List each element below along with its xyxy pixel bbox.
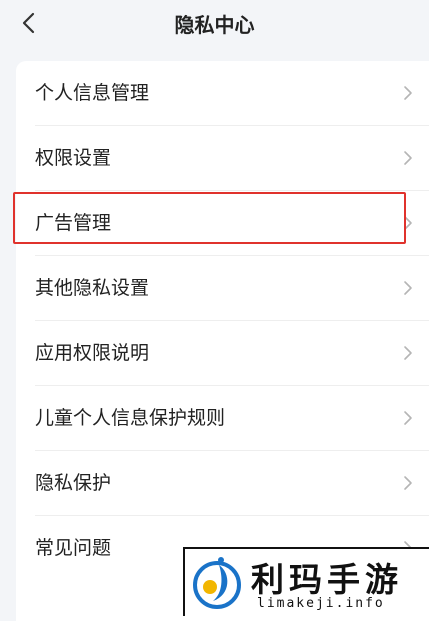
menu-item-permission-settings[interactable]: 权限设置: [16, 126, 429, 191]
menu-item-label: 广告管理: [35, 212, 112, 234]
watermark: 利玛手游 limakeji.info: [183, 547, 429, 616]
site-logo-icon: [193, 557, 241, 609]
menu-item-label: 个人信息管理: [35, 82, 150, 104]
watermark-text: 利玛手游: [251, 560, 403, 599]
menu-item-app-permission-explanation[interactable]: 应用权限说明: [16, 321, 429, 386]
menu-item-ad-management[interactable]: 广告管理: [16, 191, 429, 256]
chevron-right-icon: [404, 476, 412, 490]
chevron-right-icon: [404, 86, 412, 100]
chevron-right-icon: [404, 281, 412, 295]
menu-item-label: 儿童个人信息保护规则: [35, 407, 226, 429]
chevron-right-icon: [404, 216, 412, 230]
menu-item-label: 应用权限说明: [35, 342, 150, 364]
menu-item-label: 常见问题: [35, 537, 112, 559]
chevron-right-icon: [404, 151, 412, 165]
menu-item-personal-info[interactable]: 个人信息管理: [16, 61, 429, 126]
page-title: 隐私中心: [174, 13, 255, 37]
menu-item-privacy-protection[interactable]: 隐私保护: [16, 451, 429, 516]
menu-item-other-privacy-settings[interactable]: 其他隐私设置: [16, 256, 429, 321]
chevron-right-icon: [404, 411, 412, 425]
menu-item-label: 隐私保护: [35, 472, 112, 494]
settings-list: 个人信息管理 权限设置 广告管理 其他隐私设置 应用权限说明 儿童个人信息保护规…: [16, 61, 429, 621]
menu-item-label: 其他隐私设置: [35, 277, 150, 299]
watermark-domain: limakeji.info: [257, 596, 385, 611]
top-bar: 隐私中心: [0, 0, 429, 46]
menu-item-children-info-rules[interactable]: 儿童个人信息保护规则: [16, 386, 429, 451]
chevron-right-icon: [404, 346, 412, 360]
menu-item-label: 权限设置: [35, 147, 112, 169]
